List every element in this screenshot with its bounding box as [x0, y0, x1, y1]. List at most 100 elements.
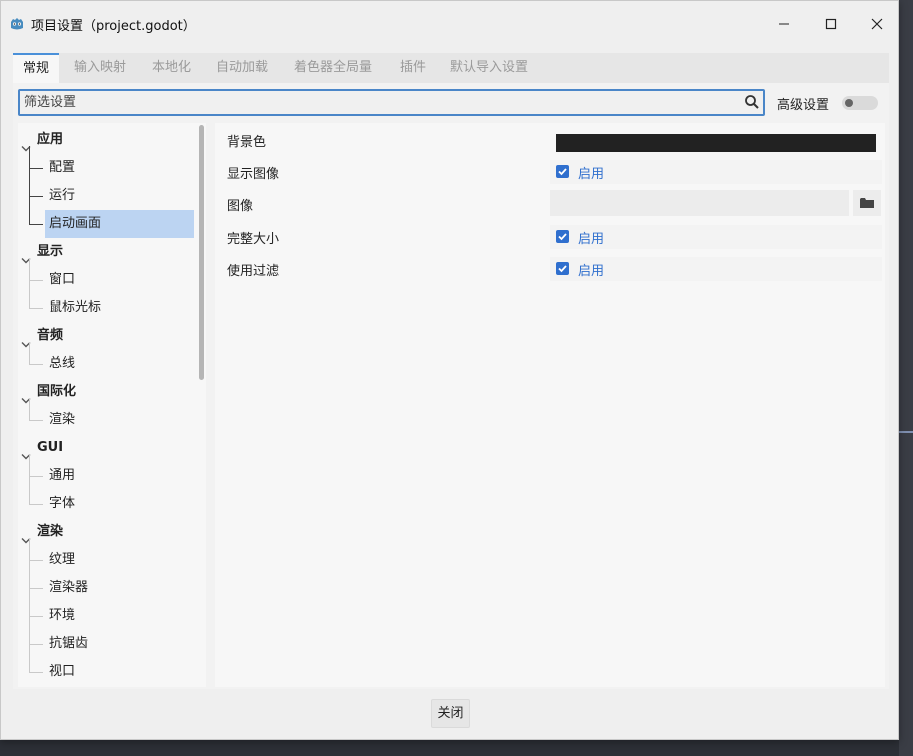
search-input[interactable] — [22, 93, 736, 112]
tree-guide-line — [29, 308, 43, 309]
tab-item[interactable]: 输入映射 — [64, 53, 136, 83]
tree-item[interactable]: 视口 — [18, 658, 194, 686]
tree-category[interactable]: 音频 — [18, 322, 194, 350]
tree-item-label: 渲染 — [49, 412, 76, 427]
tree-item-label: 环境 — [49, 608, 76, 623]
tree-item[interactable]: 配置 — [18, 154, 194, 182]
tree-guide-line — [29, 588, 43, 589]
tree-category-label: 渲染 — [37, 524, 64, 539]
tree-item-label: 视口 — [49, 664, 76, 679]
tree-item[interactable]: 启动画面 — [18, 210, 194, 238]
tree-category[interactable]: 显示 — [18, 238, 194, 266]
maximize-button[interactable] — [808, 9, 854, 39]
setting-row-image: 图像 — [215, 190, 885, 218]
tab-item[interactable]: 插件 — [390, 53, 436, 83]
tree-category[interactable]: 渲染 — [18, 518, 194, 546]
setting-label: 背景色 — [227, 135, 267, 150]
use-filter-checkbox[interactable] — [556, 262, 569, 275]
tree-guide-line — [29, 196, 43, 197]
tree-guide-line — [29, 504, 43, 505]
setting-label: 图像 — [227, 199, 254, 214]
tree-item[interactable]: 渲染 — [18, 406, 194, 434]
settings-category-tree: 应用 配置 运行 启动画面 显示 窗口 鼠标光标 音频 总线 国际化 渲染 GUI 通用 字体 渲染 纹理 渲染… — [18, 123, 206, 687]
full-size-checkbox[interactable] — [556, 230, 569, 243]
close-button[interactable]: 关闭 — [431, 699, 470, 728]
tree-item-label: 启动画面 — [49, 216, 102, 231]
tree-item[interactable]: 环境 — [18, 602, 194, 630]
toggle-knob — [845, 99, 853, 107]
minimize-button[interactable] — [761, 9, 807, 39]
tree-item-label: 渲染器 — [49, 580, 89, 595]
tab-item[interactable]: 着色器全局量 — [284, 53, 382, 83]
maximize-icon — [825, 18, 837, 30]
advanced-settings-label: 高级设置 — [777, 98, 830, 113]
tree-guide-line — [29, 280, 43, 281]
tree-item-label: 运行 — [49, 188, 76, 203]
tree-item[interactable]: 抗锯齿 — [18, 630, 194, 658]
tree-category-label: GUI — [37, 440, 64, 455]
tree-guide-line — [29, 224, 43, 225]
tree-guide-line — [29, 420, 43, 421]
tree-guide-line — [29, 476, 43, 477]
window-title: 项目设置（project.godot） — [31, 19, 196, 34]
settings-content: 高级设置 应用配置运行启动画面显示窗口鼠标光标音频总线国际化渲染GUI通用字体渲… — [13, 83, 889, 689]
checkbox-label: 启用 — [578, 232, 605, 247]
search-box[interactable] — [18, 89, 765, 116]
bg-color-swatch[interactable] — [556, 134, 876, 152]
settings-panel: 背景色 显示图像 启用 图像 完整大小 启用 使用过滤 启用 — [215, 123, 885, 687]
tree-category-label: 音频 — [37, 328, 64, 343]
tree-item[interactable]: 渲染器 — [18, 574, 194, 602]
tree-item-label: 鼠标光标 — [49, 300, 102, 315]
background-editor-accent — [899, 431, 913, 433]
tree-guide-line — [29, 644, 43, 645]
setting-row-full-size: 完整大小 启用 — [215, 223, 885, 251]
image-path-field[interactable] — [550, 190, 849, 216]
show-image-checkbox[interactable] — [556, 165, 569, 178]
checkbox-label: 启用 — [578, 167, 605, 182]
tree-item-label: 纹理 — [49, 552, 76, 567]
setting-row-show-image: 显示图像 启用 — [215, 158, 885, 186]
tab-bar: 常规 输入映射 本地化 自动加载 着色器全局量 插件 默认导入设置 — [13, 53, 889, 83]
tree-category-label: 显示 — [37, 244, 64, 259]
tree-category[interactable]: GUI — [18, 434, 194, 462]
tree-category-label: 应用 — [37, 132, 64, 147]
tree-item[interactable]: 窗口 — [18, 266, 194, 294]
setting-row-use-filter: 使用过滤 启用 — [215, 255, 885, 283]
tree-category[interactable]: 应用 — [18, 126, 194, 154]
tree-item[interactable]: 通用 — [18, 462, 194, 490]
tree-item-label: 配置 — [49, 160, 76, 175]
tab-item[interactable]: 常规 — [13, 53, 60, 83]
sidebar-scrollbar[interactable] — [199, 125, 204, 380]
tree-item-label: 窗口 — [49, 272, 76, 287]
setting-label: 使用过滤 — [227, 264, 280, 279]
search-icon — [744, 94, 760, 114]
background-editor-strip — [899, 0, 913, 756]
tree-guide-line — [29, 146, 30, 225]
tree-guide-line — [29, 168, 43, 169]
tree-guide-line — [29, 616, 43, 617]
tree-item[interactable]: 纹理 — [18, 546, 194, 574]
tab-item[interactable]: 默认导入设置 — [440, 53, 538, 83]
title-bar[interactable]: 项目设置（project.godot） — [1, 1, 898, 47]
tab-item[interactable]: 自动加载 — [206, 53, 278, 83]
tree-item[interactable]: 鼠标光标 — [18, 294, 194, 322]
tree-category[interactable]: 国际化 — [18, 378, 194, 406]
check-icon — [558, 168, 567, 176]
tree-item[interactable]: 总线 — [18, 350, 194, 378]
tree-guide-line — [29, 538, 30, 673]
tab-item[interactable]: 本地化 — [142, 53, 201, 83]
advanced-settings-toggle[interactable] — [842, 96, 878, 110]
tree-item-label: 抗锯齿 — [49, 636, 89, 651]
tree-item[interactable]: 字体 — [18, 490, 194, 518]
tree-item-label: 通用 — [49, 468, 76, 483]
tree-guide-line — [29, 672, 43, 673]
image-browse-button[interactable] — [853, 190, 881, 216]
tree-item[interactable]: 运行 — [18, 182, 194, 210]
setting-label: 显示图像 — [227, 167, 280, 182]
minimize-icon — [779, 23, 789, 25]
project-settings-dialog: 项目设置（project.godot） 常规 输入映射 本地化 自动加载 着色器全局量插… — [0, 0, 899, 740]
check-icon — [558, 233, 567, 241]
checkbox-label: 启用 — [578, 264, 605, 279]
close-window-button[interactable] — [854, 9, 900, 39]
tree-guide-line — [29, 398, 30, 421]
